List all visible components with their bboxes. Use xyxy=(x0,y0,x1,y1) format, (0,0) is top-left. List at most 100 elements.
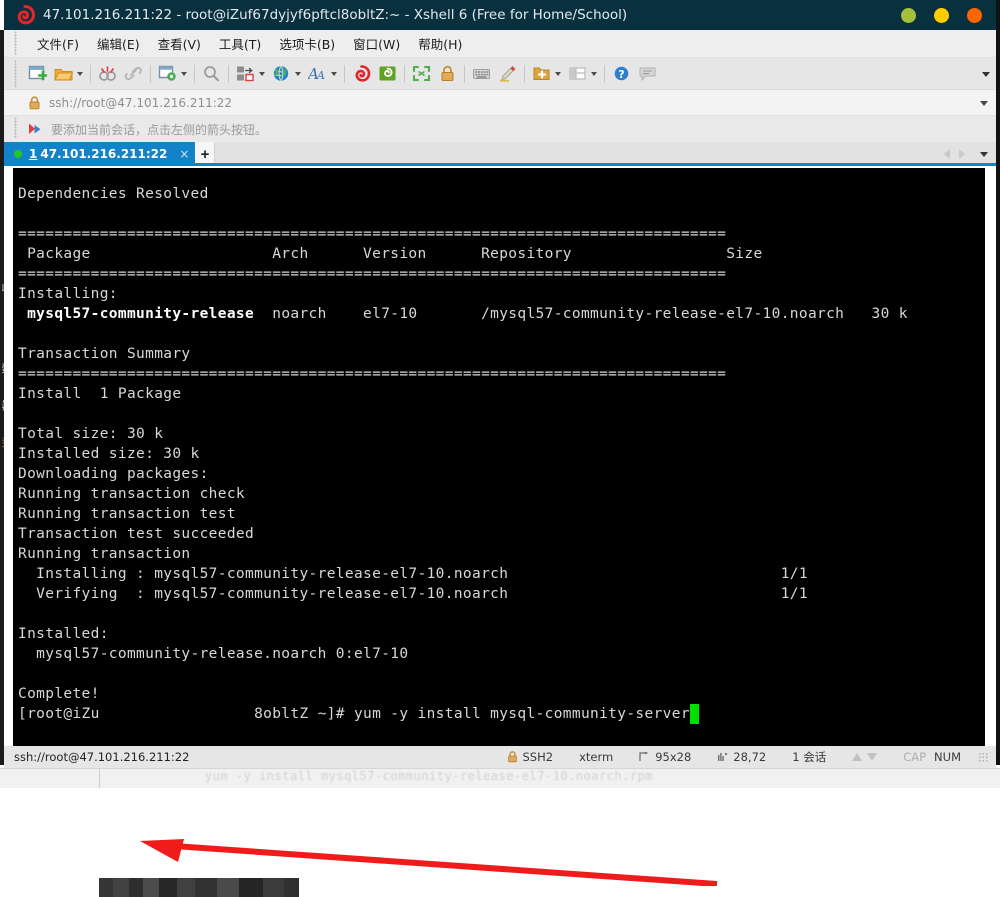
split-view-icon[interactable] xyxy=(566,62,589,85)
fullscreen-icon[interactable] xyxy=(410,62,433,85)
globe-chevron-down-icon[interactable] xyxy=(293,62,303,85)
tab-bar: 1 47.101.216.211:22 × + xyxy=(4,142,996,166)
address-bar[interactable]: ssh://root@47.101.216.211:22 xyxy=(4,90,996,203)
chat-icon[interactable] xyxy=(636,62,659,85)
address-input[interactable]: ssh://root@47.101.216.211:22 xyxy=(49,96,232,110)
open-folder-icon[interactable] xyxy=(52,62,75,85)
lock-icon xyxy=(28,95,41,110)
toolbar-separator xyxy=(150,64,151,83)
position-icon xyxy=(718,752,728,761)
menu-tabs[interactable]: 选项卡(B) xyxy=(270,31,344,56)
connection-status-dot-icon xyxy=(14,150,22,158)
minimize-dot-icon[interactable] xyxy=(901,7,916,23)
new-folder-icon[interactable] xyxy=(530,62,553,85)
address-chevron-down-icon[interactable] xyxy=(980,90,988,116)
redacted-hostname-overlay xyxy=(99,878,299,897)
hint-grip-handle[interactable] xyxy=(14,117,17,139)
red-blue-arrow-icon[interactable] xyxy=(28,122,43,136)
reconnect-link-icon[interactable] xyxy=(122,62,145,85)
terminal-screen[interactable]: Dependencies Resolved ==================… xyxy=(13,168,985,746)
toolbar-separator xyxy=(404,64,405,83)
status-protocol[interactable]: SSH2 xyxy=(494,750,567,764)
svg-text:A: A xyxy=(316,69,325,82)
font-size-chevron-down-icon[interactable] xyxy=(329,62,339,85)
layout-arrange-chevron-down-icon[interactable] xyxy=(257,62,267,85)
session-properties-chevron-down-icon[interactable] xyxy=(179,62,189,85)
title-bar: 47.101.216.211:22 - root@iZuf67dyjyf6pft… xyxy=(4,0,996,30)
status-session-count[interactable]: 1 会话 xyxy=(779,749,839,765)
menu-window[interactable]: 窗口(W) xyxy=(344,31,409,56)
lock-icon[interactable] xyxy=(436,62,459,85)
size-icon xyxy=(639,751,649,761)
toolbar-separator xyxy=(604,64,605,83)
resize-grip-handle[interactable] xyxy=(978,752,988,762)
terminal-area: Dependencies Resolved ==================… xyxy=(4,166,996,897)
toolbar-grip-handle[interactable] xyxy=(14,60,17,88)
status-transfer-indicators xyxy=(839,753,890,761)
toolbar: A A ? xyxy=(4,58,996,90)
toolbar-separator xyxy=(228,64,229,83)
xshell-icon[interactable] xyxy=(350,62,373,85)
status-caps-lock: CAP xyxy=(903,750,927,764)
xftp-icon[interactable] xyxy=(376,62,399,85)
status-protocol-label: SSH2 xyxy=(522,750,554,764)
status-bar: ssh://root@47.101.216.211:22 SSH2 xterm … xyxy=(4,746,996,768)
status-session-count-label: 1 会话 xyxy=(792,750,827,764)
window-title: 47.101.216.211:22 - root@iZuf67dyjyf6pft… xyxy=(43,7,628,23)
status-num-lock: NUM xyxy=(934,750,961,764)
status-screen-size-label: 95x28 xyxy=(655,750,692,764)
menu-tools[interactable]: 工具(T) xyxy=(210,31,270,56)
status-connection-url: ssh://root@47.101.216.211:22 xyxy=(14,750,190,764)
triangle-right-icon[interactable] xyxy=(959,149,965,159)
layout-arrange-icon[interactable] xyxy=(234,62,257,85)
font-size-icon[interactable]: A A xyxy=(306,62,329,85)
svg-text:?: ? xyxy=(618,68,624,81)
highlight-pen-icon[interactable] xyxy=(496,62,519,85)
status-cursor-position-label: 28,72 xyxy=(733,750,767,764)
status-screen-size[interactable]: 95x28 xyxy=(626,750,704,764)
session-properties-icon[interactable] xyxy=(156,62,179,85)
menu-grip-handle[interactable] xyxy=(14,31,17,55)
maximize-dot-icon[interactable] xyxy=(934,7,949,23)
arrow-down-icon xyxy=(867,753,878,761)
tab-label: 47.101.216.211:22 xyxy=(40,147,168,161)
tab-index-label: 1 xyxy=(29,147,38,161)
arrow-up-icon xyxy=(852,753,863,761)
hint-bar: 要添加当前会话，点击左侧的箭头按钮。 xyxy=(4,116,996,142)
tab-close-icon[interactable]: × xyxy=(167,148,189,160)
background-window-command-text: yum -y install mysql57-community-release… xyxy=(205,769,654,783)
split-view-chevron-down-icon[interactable] xyxy=(589,62,599,85)
menu-edit[interactable]: 编辑(E) xyxy=(88,31,149,56)
globe-encoding-icon[interactable] xyxy=(270,62,293,85)
find-icon[interactable] xyxy=(200,62,223,85)
xshell-window: 47.101.216.211:22 - root@iZuf67dyjyf6pft… xyxy=(4,0,996,897)
lock-icon xyxy=(507,751,517,763)
triangle-left-icon[interactable] xyxy=(944,149,950,159)
status-cursor-position[interactable]: 28,72 xyxy=(704,750,779,764)
terminal-output: Dependencies Resolved ==================… xyxy=(18,186,908,724)
window-controls xyxy=(901,0,982,30)
new-folder-chevron-down-icon[interactable] xyxy=(553,62,563,85)
status-right-group: SSH2 xterm 95x28 28,72 1 会话 CAP NUM xyxy=(494,749,997,765)
toolbar-separator xyxy=(194,64,195,83)
toolbar-separator xyxy=(90,64,91,83)
toolbar-separator xyxy=(464,64,465,83)
menu-bar: 文件(F) 编辑(E) 查看(V) 工具(T) 选项卡(B) 窗口(W) 帮助(… xyxy=(4,30,996,58)
menu-file[interactable]: 文件(F) xyxy=(28,31,88,56)
status-terminal-type[interactable]: xterm xyxy=(566,750,626,764)
compose-bar-icon[interactable] xyxy=(470,62,493,85)
status-terminal-type-label: xterm xyxy=(579,750,614,764)
toolbar-overflow-chevron-icon[interactable] xyxy=(982,58,990,90)
menu-view[interactable]: 查看(V) xyxy=(149,31,210,56)
menu-help[interactable]: 帮助(H) xyxy=(409,31,471,56)
background-window-divider xyxy=(99,768,100,788)
disconnect-icon[interactable] xyxy=(96,62,119,85)
close-dot-icon[interactable] xyxy=(967,7,982,23)
toolbar-separator xyxy=(524,64,525,83)
background-window-right-strip xyxy=(996,0,1000,765)
toolbar-separator xyxy=(344,64,345,83)
help-icon[interactable]: ? xyxy=(610,62,633,85)
open-folder-chevron-down-icon[interactable] xyxy=(75,62,85,85)
new-session-icon[interactable] xyxy=(26,62,49,85)
tab-list-chevron-down-icon[interactable] xyxy=(980,151,988,157)
